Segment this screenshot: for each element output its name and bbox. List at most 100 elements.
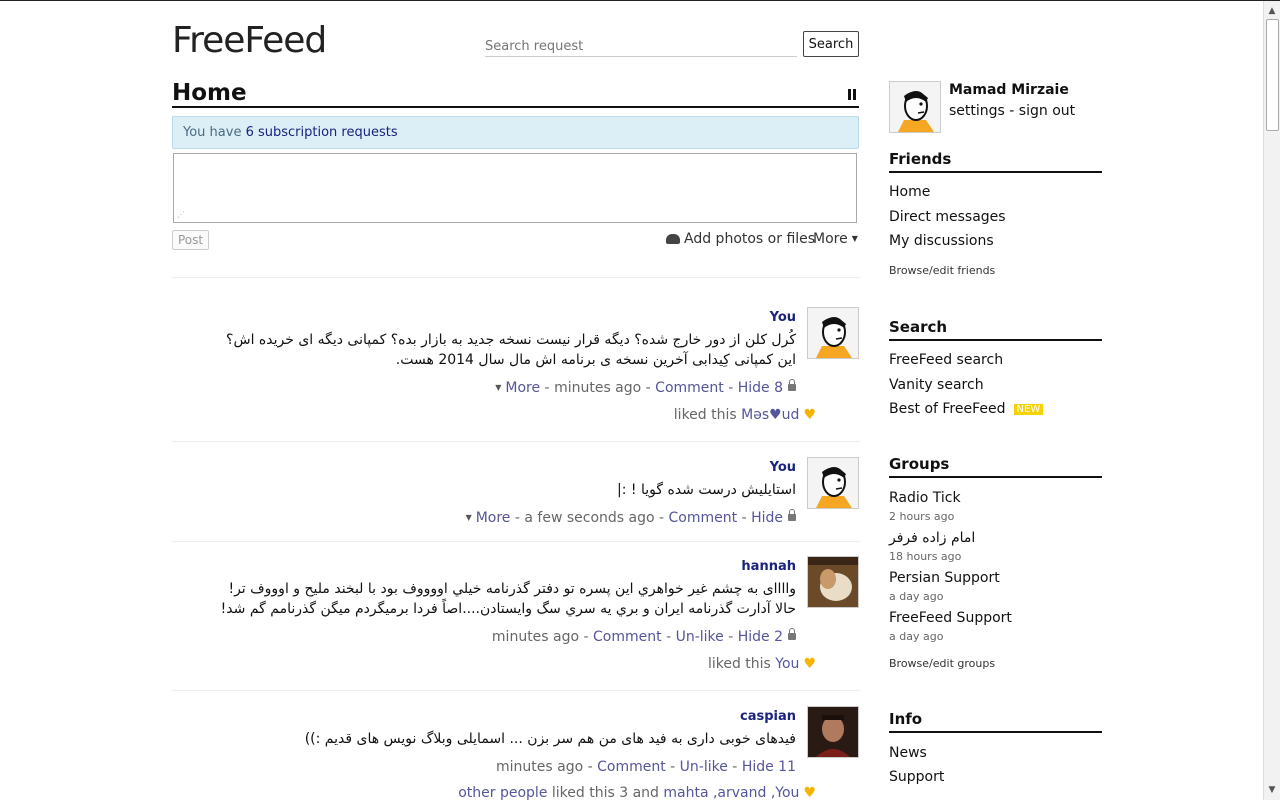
scroll-down-arrow-icon[interactable]: ▼: [1264, 782, 1280, 798]
likes-label: liked this 3 and: [547, 785, 664, 801]
pause-icon[interactable]: [848, 89, 856, 100]
post-meta: ▼ More - a few seconds ago - Comment - Hi…: [466, 509, 796, 526]
caret-down-icon[interactable]: ▼: [466, 513, 472, 522]
search-input[interactable]: [485, 36, 797, 57]
sidebar-group-item[interactable]: Radio Tick: [889, 490, 961, 506]
post-meta: ▼ More - minutes ago - Comment - Hide 8: [495, 379, 796, 396]
sidebar-group-item[interactable]: Persian Support: [889, 570, 1000, 586]
sidebar-item-vanity-search[interactable]: Vanity search: [889, 377, 984, 393]
add-photos-label: Add photos or files: [684, 231, 816, 247]
other-people-link[interactable]: other people: [458, 785, 547, 801]
hide-link[interactable]: Hide: [751, 510, 783, 526]
info-heading: Info: [889, 710, 1102, 733]
freefeed-logo[interactable]: FreeFeed: [172, 20, 327, 61]
browse-groups-link[interactable]: Browse/edit groups: [889, 657, 995, 670]
sidebar-item-freefeed-search[interactable]: FreeFeed search: [889, 352, 1003, 368]
post-likes: liked this You ♥: [708, 656, 816, 672]
heart-icon: ♥: [803, 407, 816, 423]
hide-link[interactable]: Hide 8: [738, 380, 783, 396]
post-author[interactable]: You: [770, 310, 796, 325]
post-likes: liked this Məs♥ud ♥: [674, 407, 816, 423]
post-author-avatar[interactable]: [807, 307, 859, 359]
likes-label: liked this: [707, 656, 776, 672]
post-author[interactable]: caspian: [740, 709, 796, 724]
more-link[interactable]: More: [505, 380, 540, 396]
sidebar-item-my-discussions[interactable]: My discussions: [889, 233, 994, 249]
post-text-line: واااای به چشم غیر خواهري این پسره تو دفت…: [228, 581, 796, 597]
best-of-label: Best of FreeFeed: [889, 401, 1006, 417]
comment-link[interactable]: Comment: [597, 759, 666, 775]
sidebar-item-best-of[interactable]: Best of FreeFeed NEW: [889, 401, 1044, 417]
more-dropdown[interactable]: More ▼: [813, 231, 858, 247]
post-meta: minutes ago - Comment - Un-like - Hide 2: [492, 628, 796, 645]
more-link[interactable]: More: [476, 510, 511, 526]
caret-down-icon[interactable]: ▼: [495, 383, 501, 392]
hide-link[interactable]: Hide 11: [742, 759, 796, 775]
unlike-link[interactable]: Un-like: [680, 759, 728, 775]
post-text-line: استایلیش درست شده گویا ! :|: [617, 482, 796, 498]
hide-link[interactable]: Hide 2: [738, 629, 783, 645]
timestamp[interactable]: minutes ago: [492, 629, 579, 645]
lock-icon: [788, 509, 796, 521]
sidebar-item-direct-messages[interactable]: Direct messages: [889, 209, 1006, 225]
post-author[interactable]: hannah: [741, 559, 796, 574]
user-links: settings - sign out: [949, 103, 1075, 119]
sidebar-item-news[interactable]: News: [889, 745, 927, 761]
user-avatar[interactable]: [889, 81, 941, 133]
liker-link[interactable]: Məs♥ud: [741, 407, 799, 423]
timestamp[interactable]: minutes ago: [554, 380, 641, 396]
post-text-line: این کمپانی کِیدابی آخرین نسخه ی برنامه ا…: [395, 352, 796, 368]
post-button[interactable]: Post: [172, 230, 209, 250]
heart-icon: ♥: [803, 656, 816, 672]
scrollbar-thumb[interactable]: [1266, 19, 1279, 131]
vertical-scrollbar[interactable]: ▲ ▼: [1263, 1, 1280, 800]
post-text-line: فیدهای خوبی داری به فید های من هم سر بزن…: [304, 731, 796, 747]
post-author[interactable]: You: [770, 460, 796, 475]
post-meta: minutes ago - Comment - Un-like - Hide 1…: [496, 759, 796, 775]
groups-heading: Groups: [889, 455, 1102, 478]
group-timestamp: a day ago: [889, 590, 944, 603]
page-title: Home: [172, 80, 247, 106]
post-author-avatar[interactable]: [807, 457, 859, 509]
unlike-link[interactable]: Un-like: [676, 629, 724, 645]
post-text-line: کُرل کلن از دور خارج شده؟ دیگه قرار نیست…: [226, 332, 796, 348]
post-likes: other people liked this 3 and mahta ,arv…: [458, 785, 816, 801]
sidebar-item-home[interactable]: Home: [889, 184, 930, 200]
divider: [172, 441, 860, 442]
search-button[interactable]: Search: [803, 31, 859, 57]
post-author-avatar[interactable]: [807, 706, 859, 758]
browse-friends-link[interactable]: Browse/edit friends: [889, 264, 995, 277]
page-header: Home: [172, 80, 859, 108]
timestamp[interactable]: a few seconds ago: [524, 510, 654, 526]
scroll-up-arrow-icon[interactable]: ▲: [1264, 3, 1280, 19]
settings-link[interactable]: settings: [949, 103, 1005, 119]
comment-link[interactable]: Comment: [655, 380, 724, 396]
heart-icon: ♥: [803, 785, 816, 801]
user-name[interactable]: Mamad Mirzaie: [949, 82, 1069, 98]
separator: -: [1004, 103, 1019, 119]
subscription-requests-link[interactable]: 6 subscription requests: [246, 125, 398, 140]
banner-text: You have: [183, 125, 246, 140]
group-timestamp: a day ago: [889, 630, 944, 643]
liker-link[interactable]: You: [775, 656, 799, 672]
sidebar-group-item[interactable]: امام زاده فرفر: [889, 530, 975, 546]
group-timestamp: 2 hours ago: [889, 510, 955, 523]
subscription-requests-banner: You have 6 subscription requests: [172, 116, 859, 149]
lock-icon: [788, 379, 796, 391]
caret-down-icon: ▼: [851, 234, 858, 243]
liker-link[interactable]: mahta ,arvand ,You: [663, 785, 799, 801]
comment-link[interactable]: Comment: [669, 510, 738, 526]
sidebar-group-item[interactable]: FreeFeed Support: [889, 610, 1012, 626]
likes-label: liked this: [673, 407, 742, 423]
comment-link[interactable]: Comment: [593, 629, 662, 645]
post-author-avatar[interactable]: [807, 556, 859, 608]
add-photos-button[interactable]: Add photos or files: [666, 231, 815, 247]
new-post-textarea[interactable]: [173, 153, 857, 223]
top-border: [0, 0, 1280, 1]
friends-heading: Friends: [889, 150, 1102, 173]
more-label: More: [813, 231, 848, 247]
sign-out-link[interactable]: sign out: [1019, 103, 1075, 119]
timestamp[interactable]: minutes ago: [496, 759, 583, 775]
sidebar-item-support[interactable]: Support: [889, 769, 944, 785]
resize-grip-icon[interactable]: ⋰: [177, 210, 185, 219]
